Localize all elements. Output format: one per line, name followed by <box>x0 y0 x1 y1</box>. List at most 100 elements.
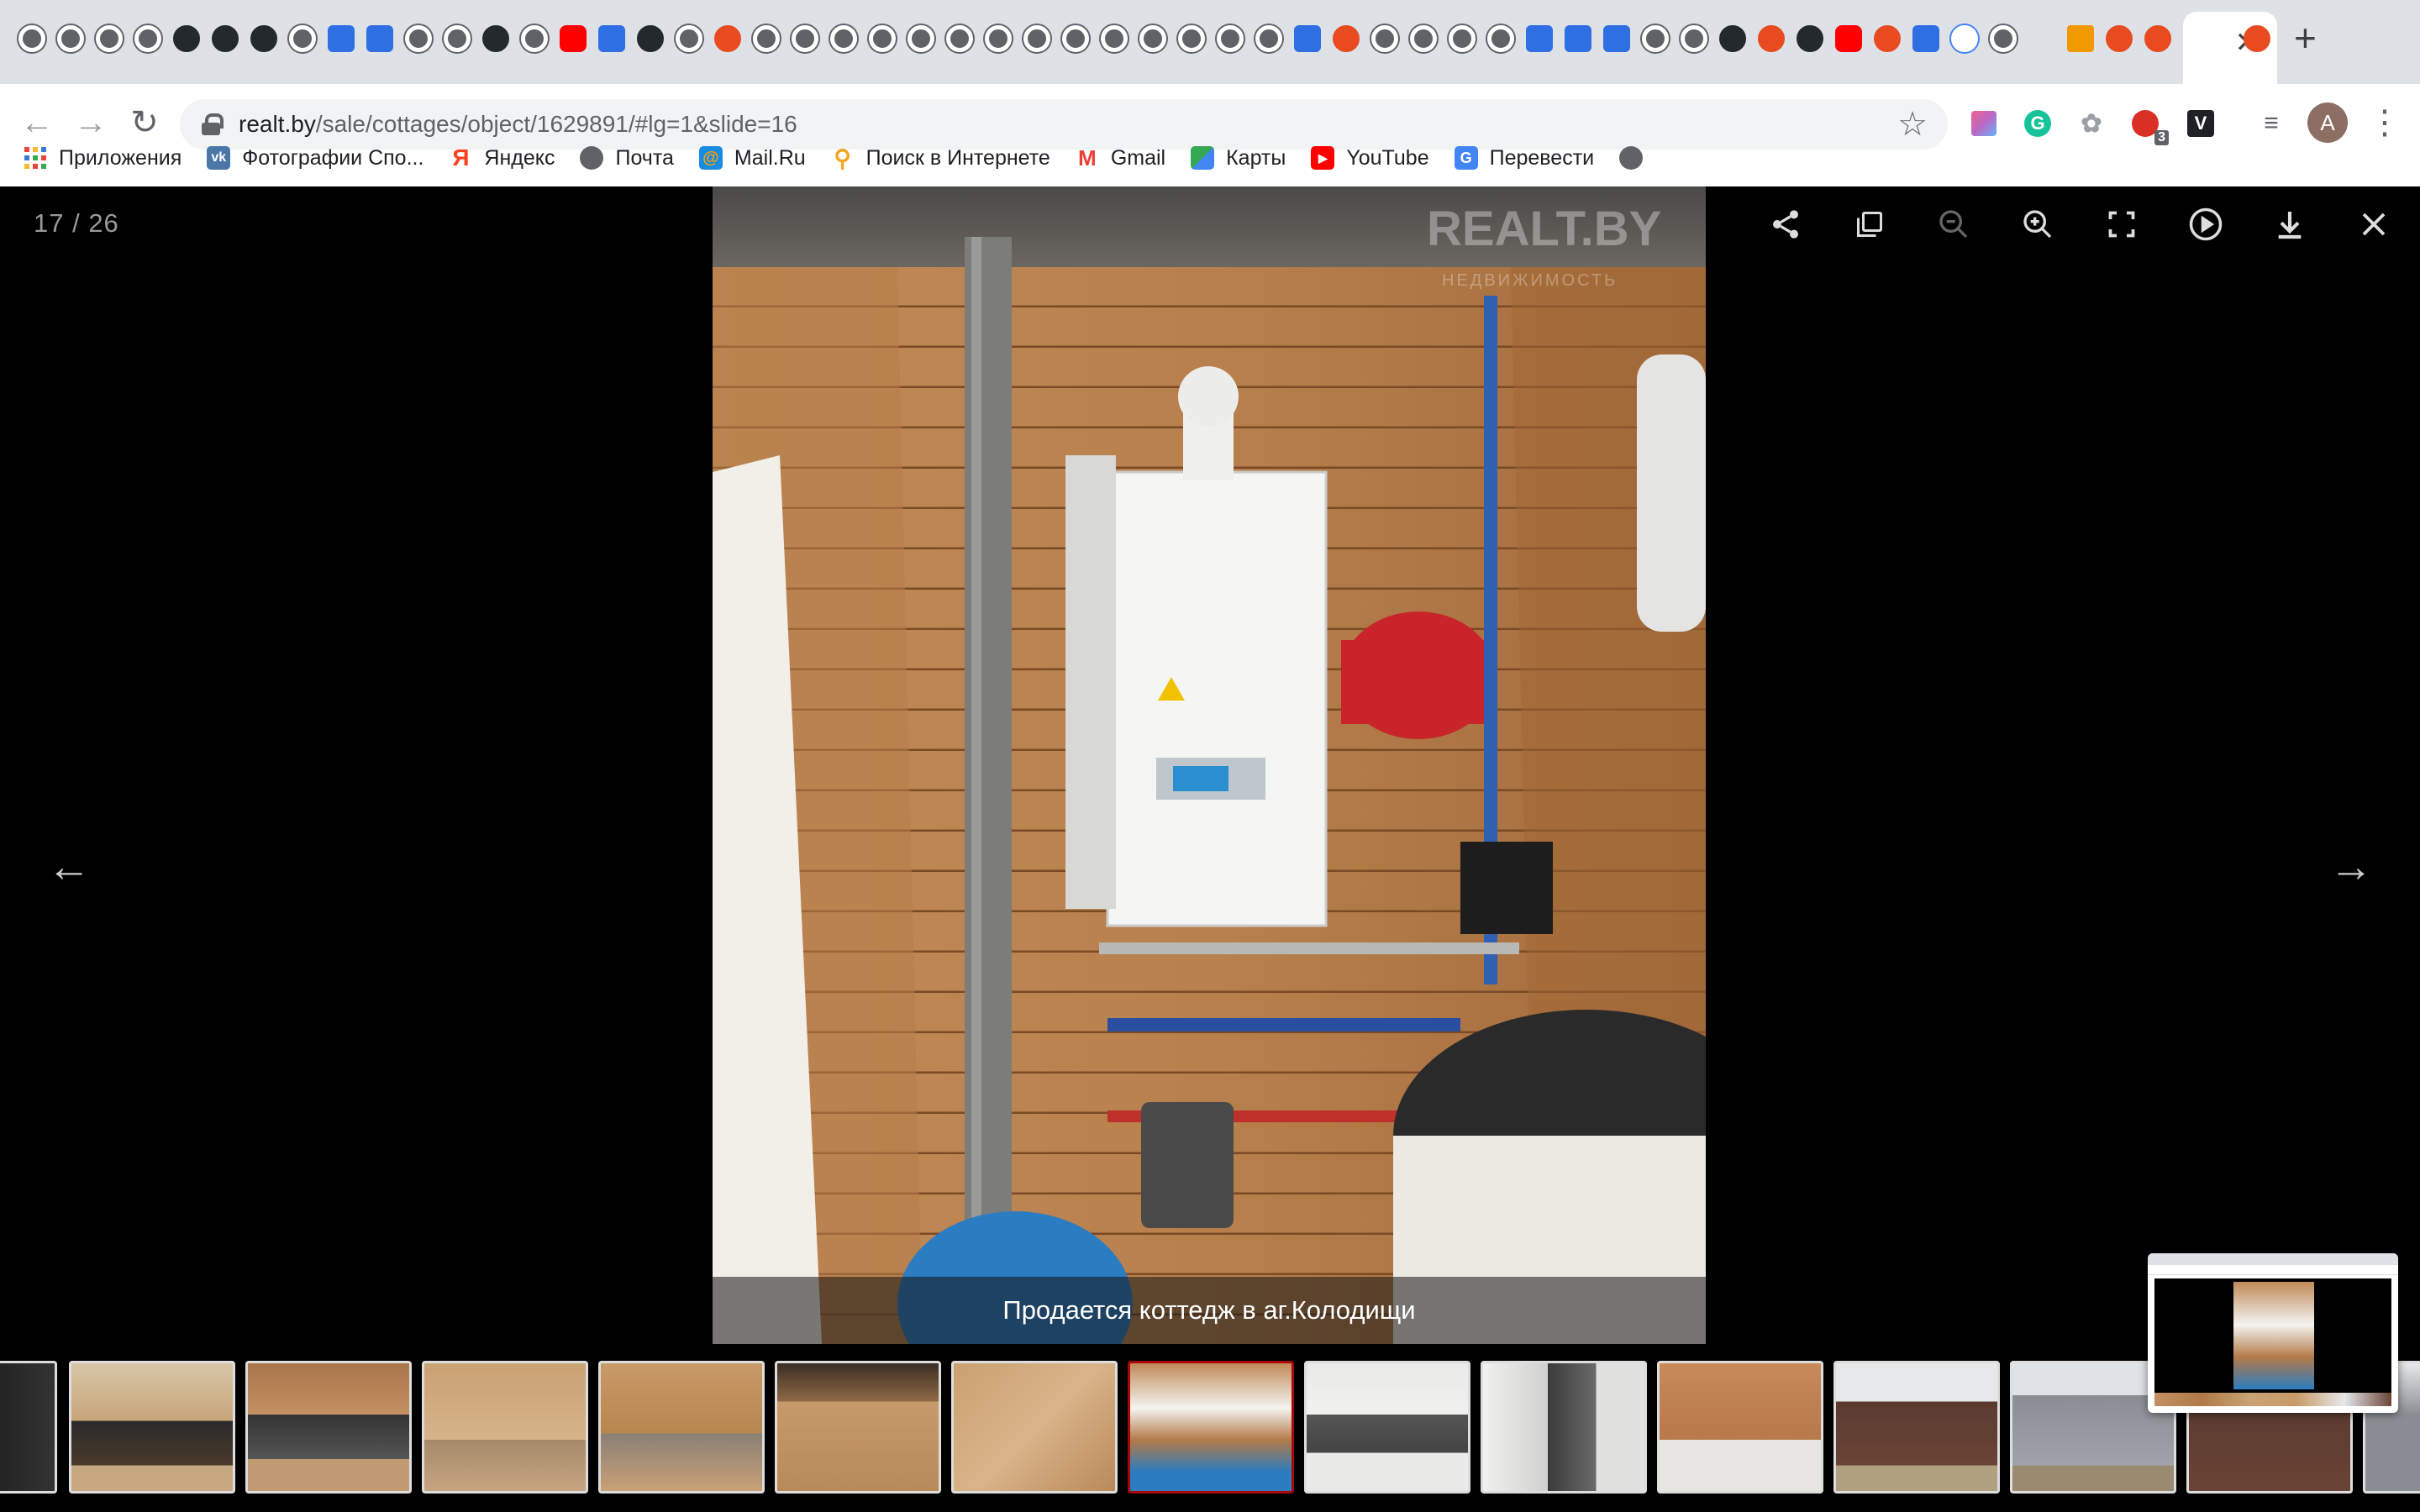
lock-icon[interactable] <box>202 113 224 135</box>
tab-globe-icon[interactable] <box>1410 25 1437 52</box>
url-text[interactable]: realt.by/sale/cottages/object/1629891/#l… <box>239 111 797 138</box>
paw-extension-icon[interactable]: ✿ <box>2069 101 2114 146</box>
thumbnail[interactable] <box>0 1361 57 1494</box>
tab-globe-icon[interactable] <box>985 25 1012 52</box>
fullscreen-icon[interactable] <box>2101 203 2143 245</box>
tab-globe-icon[interactable] <box>1217 25 1244 52</box>
thumbnail[interactable] <box>951 1361 1118 1494</box>
gallery-photo[interactable]: REALT.BY НЕДВИЖИМОСТЬ <box>713 186 1706 1344</box>
tab-react-icon[interactable] <box>1603 25 1630 52</box>
zoom-in-icon[interactable] <box>2017 203 2059 245</box>
tab-globe-icon[interactable] <box>1642 25 1669 52</box>
tab-snowflake-icon[interactable] <box>521 25 548 52</box>
bookmark-gmail[interactable]: M Gmail <box>1076 145 1165 171</box>
thumbnail[interactable] <box>1481 1361 1647 1494</box>
bookmark-extra[interactable] <box>1619 146 1644 170</box>
tab-spiral-icon[interactable] <box>1990 25 2017 52</box>
tab-cloud-icon[interactable] <box>2028 25 2055 52</box>
bookmark-translate[interactable]: G Перевести <box>1454 146 1594 171</box>
bookmark-apps[interactable]: Приложения <box>24 146 182 171</box>
tab-globe-icon[interactable] <box>676 25 702 52</box>
tab-globe-icon[interactable] <box>1062 25 1089 52</box>
next-arrow-icon[interactable]: → <box>2329 842 2373 892</box>
forward-button[interactable]: → <box>66 97 116 148</box>
tab-github-icon[interactable] <box>250 25 277 52</box>
bookmark-mailru[interactable]: @ Mail.Ru <box>698 146 806 171</box>
tab-figure-icon[interactable] <box>1333 25 1360 52</box>
tab-globe-icon[interactable] <box>1023 25 1050 52</box>
tab-globe-icon[interactable] <box>1178 25 1205 52</box>
tab-cap-icon[interactable] <box>598 25 625 52</box>
tab-translate-icon[interactable] <box>366 25 393 52</box>
extension-color-icon[interactable] <box>1961 101 2007 146</box>
tab-google-icon[interactable] <box>1951 25 1978 52</box>
tab-globe-icon[interactable] <box>18 25 45 52</box>
tab-realt-icon[interactable] <box>2144 25 2171 52</box>
tab-github-icon[interactable] <box>1797 25 1823 52</box>
tab-github-icon[interactable] <box>173 25 200 52</box>
thumbnail[interactable] <box>422 1361 588 1494</box>
tab-globe-icon[interactable] <box>1101 25 1128 52</box>
tab-globe-icon[interactable] <box>830 25 857 52</box>
tab-globe-icon[interactable] <box>908 25 934 52</box>
thumbnail[interactable] <box>775 1361 941 1494</box>
tab-globe-icon[interactable] <box>289 25 316 52</box>
thumbnail[interactable] <box>245 1361 412 1494</box>
tab-arrow-icon[interactable] <box>2067 25 2094 52</box>
tab-youtube-icon[interactable] <box>1835 25 1862 52</box>
new-tab-button[interactable]: + <box>2294 18 2317 57</box>
download-icon[interactable] <box>2269 203 2311 245</box>
bookmark-youtube[interactable]: ▶ YouTube <box>1311 146 1429 171</box>
tab-globe-icon[interactable] <box>1255 25 1282 52</box>
tab-realt-icon[interactable] <box>2244 25 2270 52</box>
tab-globe-icon[interactable] <box>1139 25 1166 52</box>
tab-realt-icon[interactable] <box>2106 25 2133 52</box>
reload-button[interactable]: ↻ <box>119 97 170 148</box>
zoom-out-icon[interactable] <box>1933 203 1975 245</box>
tab-globe-icon[interactable] <box>444 25 471 52</box>
tab-globe-icon[interactable] <box>134 25 161 52</box>
tab-globe-icon[interactable] <box>57 25 84 52</box>
tab-realt-icon[interactable] <box>1758 25 1785 52</box>
tab-globe-icon[interactable] <box>1681 25 1707 52</box>
thumbnail[interactable] <box>598 1361 765 1494</box>
thumbnail[interactable] <box>1304 1361 1470 1494</box>
close-icon[interactable] <box>2353 203 2395 245</box>
thumbnail[interactable] <box>69 1361 235 1494</box>
tab-globe-icon[interactable] <box>1487 25 1514 52</box>
bookmark-star-icon[interactable]: ☆ <box>1897 104 1928 144</box>
tab-youtube-icon[interactable] <box>560 25 587 52</box>
tab-puzzle-icon[interactable] <box>1294 25 1321 52</box>
tab-mail-icon[interactable] <box>328 25 355 52</box>
tab-globe-icon[interactable] <box>1449 25 1476 52</box>
bookmark-maps[interactable]: Карты <box>1191 146 1286 171</box>
share-icon[interactable] <box>1765 203 1807 245</box>
thumbnail[interactable] <box>1833 1361 2000 1494</box>
tab-globe-icon[interactable] <box>946 25 973 52</box>
grammarly-icon[interactable]: G <box>2015 101 2060 146</box>
browser-menu-icon[interactable]: ⋮ <box>2368 99 2402 146</box>
tab-cap-icon[interactable] <box>1912 25 1939 52</box>
bookmark-vk-photos[interactable]: vk Фотографии Спо... <box>207 146 424 171</box>
tab-globe-icon[interactable] <box>1371 25 1398 52</box>
copy-icon[interactable] <box>1849 203 1891 245</box>
prev-arrow-icon[interactable]: ← <box>47 842 91 892</box>
v-extension-icon[interactable]: V <box>2178 101 2223 146</box>
play-icon[interactable] <box>2185 203 2227 245</box>
tab-openai-icon[interactable] <box>1874 25 1901 52</box>
screenshot-preview[interactable] <box>2148 1253 2398 1413</box>
tab-realt-icon[interactable] <box>714 25 741 52</box>
tab-github-icon[interactable] <box>637 25 664 52</box>
tab-docs-icon[interactable] <box>1565 25 1591 52</box>
tab-github-icon[interactable] <box>212 25 239 52</box>
tab-globe-icon[interactable] <box>96 25 123 52</box>
thumbnail[interactable] <box>1657 1361 1823 1494</box>
back-button[interactable]: ← <box>12 97 62 148</box>
adblock-icon[interactable]: 3 <box>2123 101 2169 146</box>
tab-github-icon[interactable] <box>1719 25 1746 52</box>
tab-globe-icon[interactable] <box>792 25 818 52</box>
media-control-icon[interactable]: ≡ <box>2249 101 2294 146</box>
bookmark-mail[interactable]: Почта <box>580 146 674 171</box>
profile-avatar[interactable]: A <box>2307 102 2348 143</box>
tab-globe-icon[interactable] <box>753 25 780 52</box>
